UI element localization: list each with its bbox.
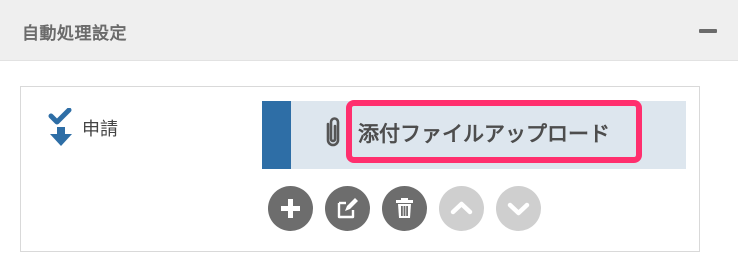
panel-title: 自動処理設定 <box>22 24 127 44</box>
plus-icon <box>281 199 300 218</box>
trash-icon <box>396 198 413 218</box>
delete-button[interactable] <box>382 186 427 231</box>
step-label: 申請 <box>82 119 118 140</box>
minus-icon[interactable] <box>699 29 717 33</box>
action-accent <box>262 101 291 169</box>
move-up-button[interactable] <box>439 186 484 231</box>
chevron-down-icon <box>507 202 530 216</box>
edit-button[interactable] <box>325 186 370 231</box>
add-button[interactable] <box>268 186 313 231</box>
move-down-button[interactable] <box>496 186 541 231</box>
arrow-down-check-icon <box>48 107 74 148</box>
edit-icon <box>337 198 358 219</box>
panel-header: 自動処理設定 <box>0 0 738 61</box>
action-label: 添付ファイルアップロード <box>358 122 610 146</box>
chevron-up-icon <box>450 201 473 215</box>
paperclip-icon <box>320 116 346 150</box>
